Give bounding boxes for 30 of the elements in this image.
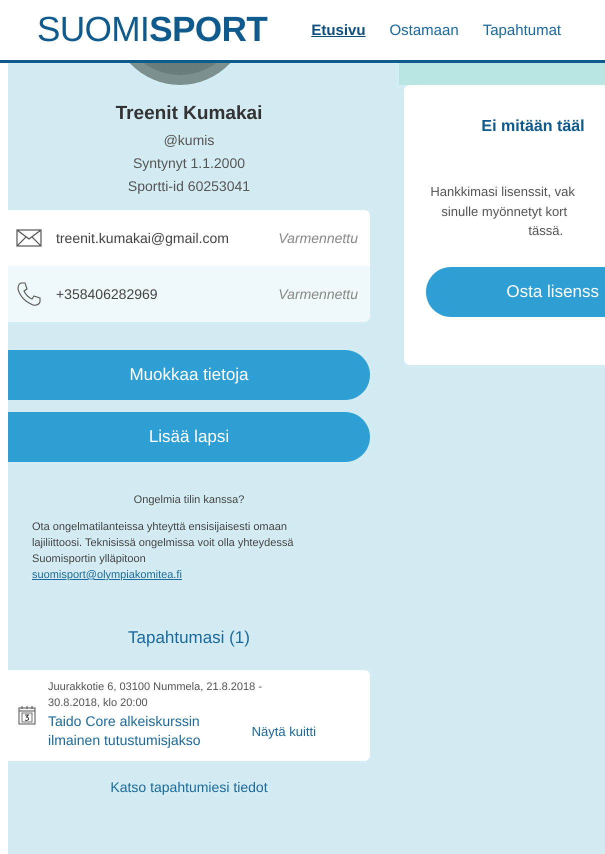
- contact-value: +358406282969: [56, 286, 159, 302]
- action-button[interactable]: Lisää lapsi: [8, 412, 370, 462]
- events-link[interactable]: Katso tapahtumiesi tiedot: [8, 778, 370, 795]
- help-title: Ongelmia tilin kanssa?: [132, 494, 246, 506]
- card-text: sinulle myönnetyt kort: [440, 202, 568, 221]
- nav-link[interactable]: Tapahtumat: [482, 22, 562, 38]
- verified-status: Varmennettu: [278, 286, 358, 302]
- phone-icon: [16, 281, 42, 307]
- birth-date: Syntynyt 1.1.2000: [132, 155, 246, 171]
- sport-id: Sportti-id 60253041: [126, 178, 252, 194]
- contact-value: treenit.kumakai@gmail.com: [56, 230, 230, 246]
- logo[interactable]: SUOMISPORT: [37, 10, 268, 50]
- help-text: Ota ongelmatilanteissa yhteyttä ensisijaisesti omaan lajiliittoosi. Teknisissä ongelmissa voit olla yhteydessä Suomisportin ylläpitoon: [32, 520, 294, 567]
- nav-link[interactable]: Ostamaan: [390, 22, 459, 38]
- buy-license-button[interactable]: Osta lisenss: [426, 266, 605, 316]
- username: @kumis: [162, 132, 216, 148]
- email-link[interactable]: suomisport@olympiakomitea.fi: [32, 568, 182, 584]
- section-title: Tapahtumasi (1): [127, 628, 251, 648]
- card-text: Hankkimasi lisenssit, vak: [429, 183, 576, 201]
- envelope-icon: [16, 229, 42, 247]
- nav-link[interactable]: Etusivu: [311, 22, 366, 38]
- card-text: tässä.: [527, 222, 564, 240]
- calendar-icon: [18, 705, 36, 726]
- card-title: Ei mitään tääl: [481, 118, 586, 136]
- action-button[interactable]: Muokkaa tietoja: [8, 350, 370, 400]
- profile-name: Treenit Kumakai: [114, 103, 264, 125]
- verified-status: Varmennettu: [278, 230, 358, 246]
- receipt-link[interactable]: Näytä kuitti: [252, 724, 316, 739]
- event-details: Juurakkotie 6, 03100 Nummela, 21.8.2018 - 30.8.2018, klo 20:00: [48, 680, 264, 711]
- event-link[interactable]: Taido Core alkeiskurssin ilmainen tutustumisjakso: [48, 712, 238, 751]
